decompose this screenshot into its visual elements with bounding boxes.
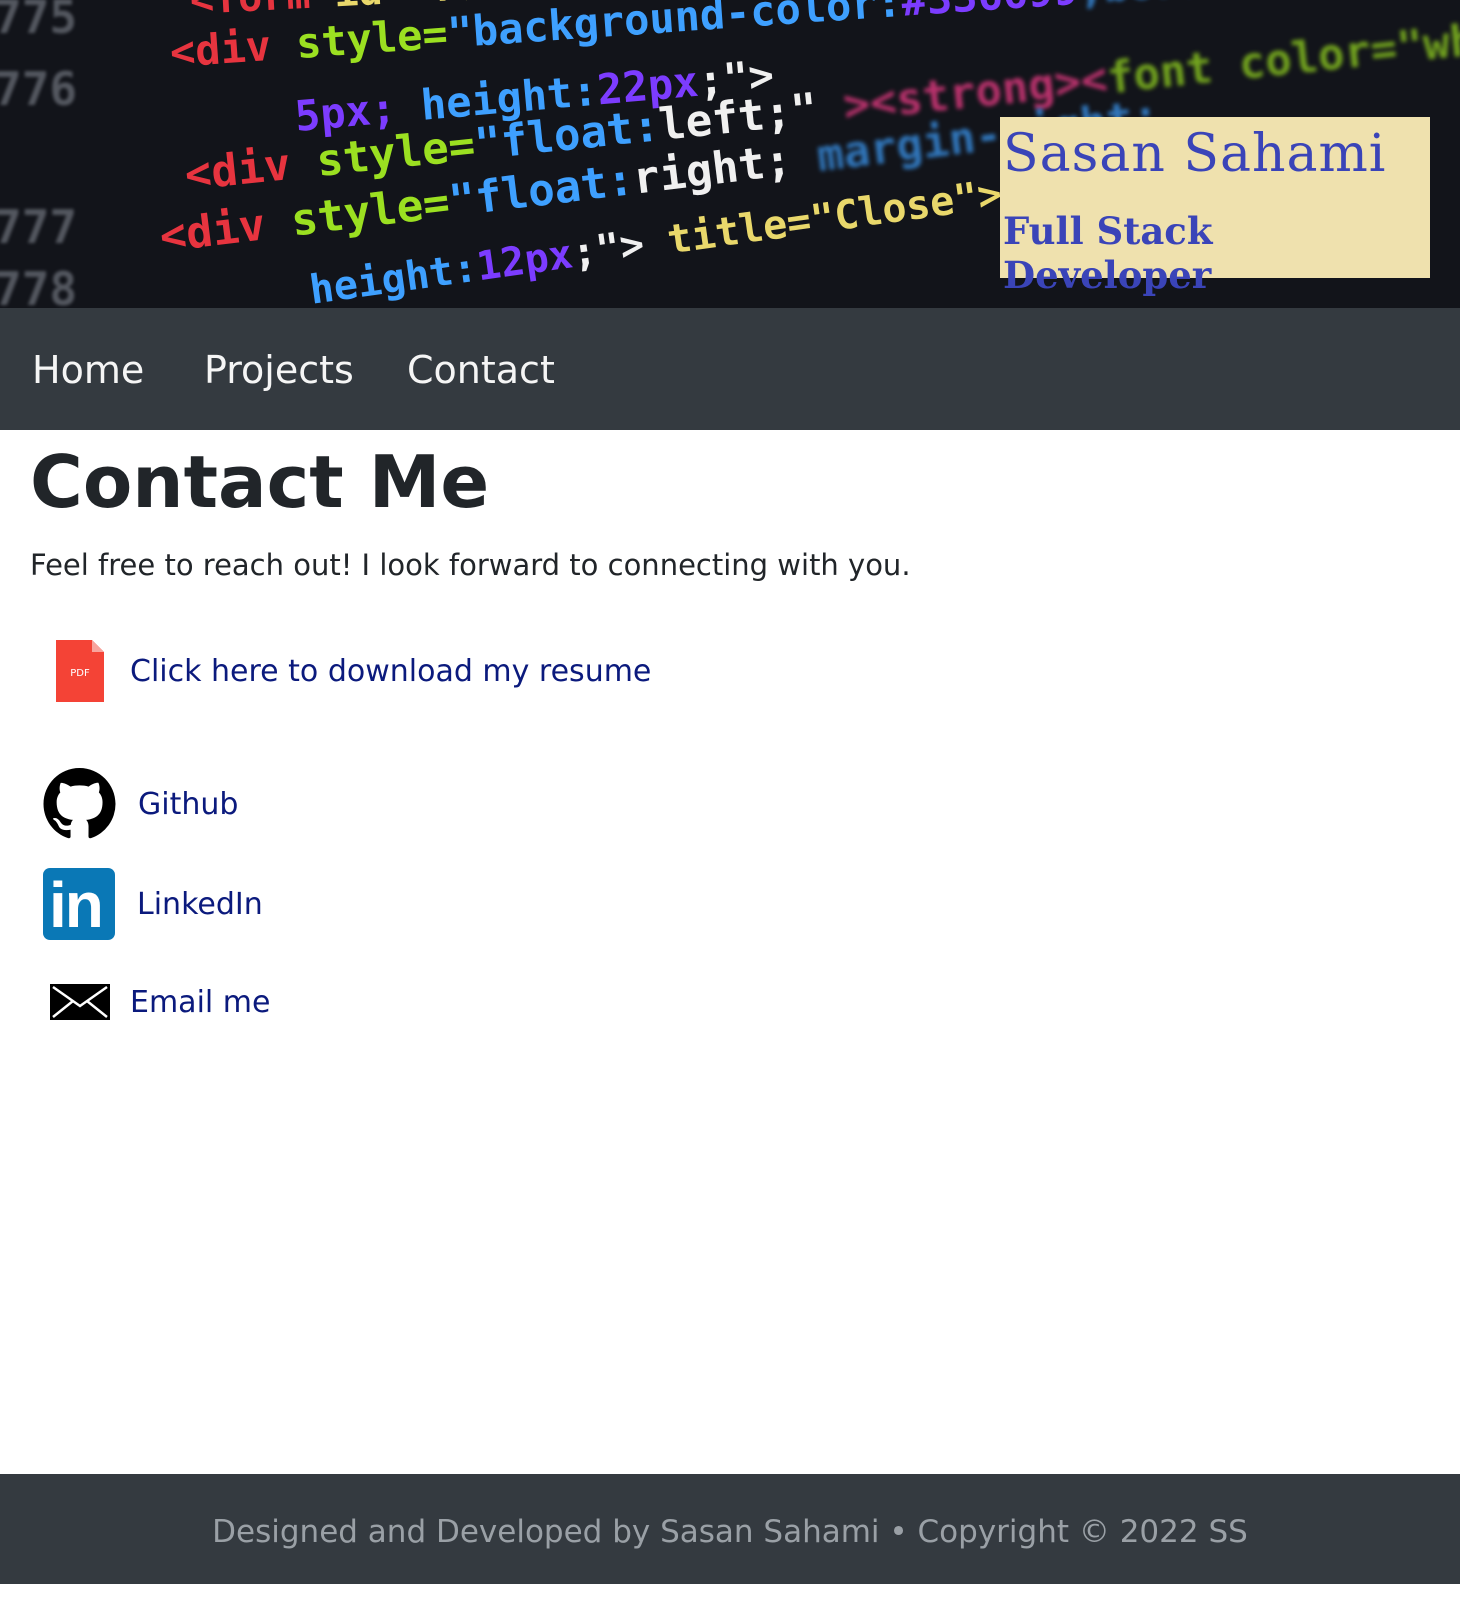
nav-link-contact[interactable]: Contact <box>407 348 555 392</box>
code-line-number: 777 <box>0 200 78 254</box>
code-line-number: 778 <box>0 262 78 308</box>
code-line-number: 775 <box>0 0 78 44</box>
github-icon[interactable] <box>43 768 116 840</box>
email-row: Email me <box>50 982 270 1022</box>
title-box: Sasan Sahami Full Stack Developer <box>1000 117 1430 297</box>
code-token: ;border-radius <box>1076 0 1433 13</box>
footer-copyright: Designed and Developed by Sasan Sahami •… <box>212 1514 1248 1550</box>
nav-link-home[interactable]: Home <box>32 348 144 392</box>
code-token: <div <box>182 136 320 201</box>
footer: Designed and Developed by Sasan Sahami •… <box>0 1474 1460 1584</box>
code-token: #336699 <box>900 0 1080 26</box>
code-token: style= <box>294 8 450 69</box>
intro-text: Feel free to reach out! I look forward t… <box>30 548 911 582</box>
linkedin-icon[interactable]: in <box>43 868 115 940</box>
resume-download-link[interactable]: Click here to download my resume <box>130 654 651 689</box>
linkedin-row: in LinkedIn <box>43 868 263 940</box>
pdf-icon-label: PDF <box>70 668 90 679</box>
email-link[interactable]: Email me <box>130 985 270 1020</box>
envelope-icon[interactable] <box>50 982 110 1022</box>
code-token: ;"> <box>569 221 648 277</box>
code-token: height: <box>306 244 481 308</box>
code-token: "background-color: <box>445 0 904 58</box>
site-owner-role: Full Stack Developer <box>1003 209 1213 297</box>
code-token: 12px <box>473 231 576 291</box>
code-token: <div <box>156 196 295 263</box>
code-token: font color="white" <box>1104 3 1460 104</box>
site-owner-name: Sasan Sahami <box>1003 124 1387 184</box>
page-title: Contact Me <box>30 440 490 524</box>
linkedin-link[interactable]: LinkedIn <box>137 887 263 922</box>
nav-link-projects[interactable]: Projects <box>204 348 354 392</box>
navbar: Home Projects Contact <box>0 308 1460 430</box>
linkedin-icon-label: in <box>49 869 104 940</box>
code-token: <div <box>168 19 298 77</box>
resume-row: PDF Click here to download my resume <box>56 640 651 702</box>
pdf-file-icon[interactable]: PDF <box>56 640 104 702</box>
code-line-number: 776 <box>0 62 78 116</box>
github-link[interactable]: Github <box>138 787 238 822</box>
header-banner: 775<form id="form1"776<div style="backgr… <box>0 0 1460 308</box>
github-row: Github <box>43 768 238 840</box>
